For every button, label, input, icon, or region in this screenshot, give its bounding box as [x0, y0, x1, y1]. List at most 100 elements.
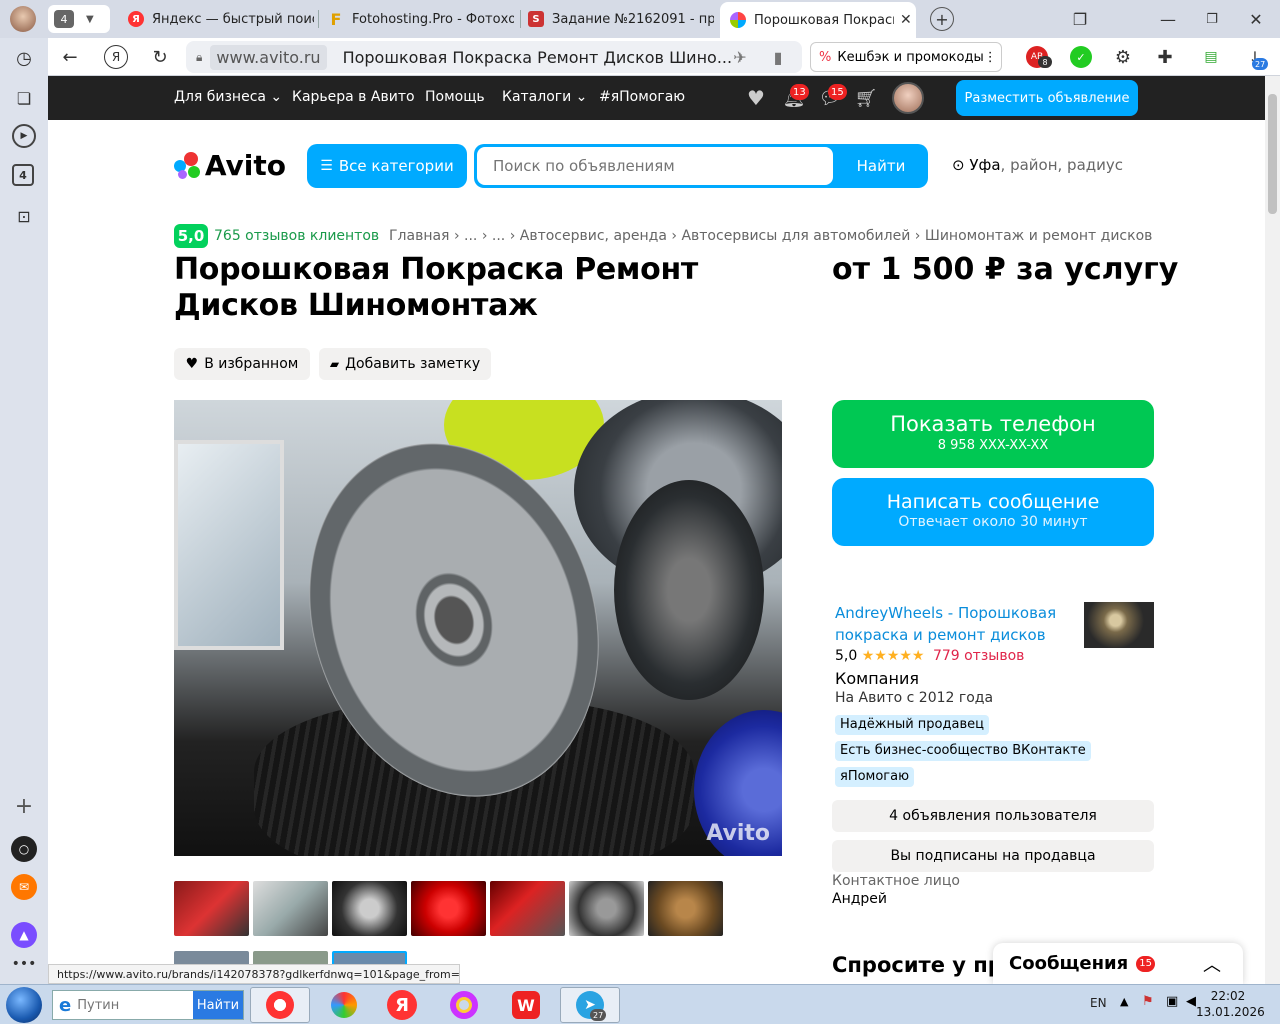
photo-thumbnail[interactable]	[411, 881, 486, 936]
tray-network-icon[interactable]: ▣	[1166, 994, 1178, 1009]
percent-icon: %	[819, 49, 832, 65]
seller-rating-row: 5,0 ★★★★★ 779 отзывов	[835, 648, 1024, 664]
extension-gear-icon[interactable]: ⚙	[1112, 46, 1134, 68]
breadcrumb-tire-service[interactable]: Шиномонтаж и ремонт дисков	[925, 228, 1153, 244]
minimize-icon[interactable]: —	[1156, 8, 1180, 30]
seller-ads-button[interactable]: 4 объявления пользователя	[832, 800, 1154, 832]
new-tab-button[interactable]: +	[930, 7, 954, 31]
client-reviews-link[interactable]: 765 отзывов клиентов	[214, 228, 379, 244]
breadcrumb-ellipsis-2[interactable]: ...	[492, 228, 505, 244]
tab-yandex[interactable]: Я Яндекс — быстрый поиск	[128, 4, 314, 34]
collections-icon[interactable]: ❏	[12, 86, 36, 110]
fotohosting-icon: F	[330, 9, 342, 29]
pin-tabs-icon[interactable]: ❐	[1068, 8, 1092, 30]
kebab-icon[interactable]: ⋮	[984, 50, 997, 65]
messages-widget[interactable]: Сообщения 15 ︿	[993, 943, 1243, 984]
yandex-app[interactable]: Я	[372, 987, 432, 1023]
mail-icon[interactable]: ✉	[11, 874, 37, 900]
restore-icon[interactable]: ❐	[1200, 8, 1224, 30]
seller-rating-badge[interactable]: 5,0	[174, 224, 208, 248]
nav-career[interactable]: Карьера в Авито	[292, 89, 415, 105]
search-input[interactable]	[477, 147, 833, 185]
wps-app[interactable]: W	[496, 987, 556, 1023]
reply-time: Отвечает около 30 минут	[898, 514, 1088, 530]
more-icon[interactable]: •••	[12, 954, 37, 974]
url-field[interactable]: 🔒︎ www.avito.ru Порошковая Покраска Ремо…	[186, 41, 802, 73]
protect-icon[interactable]: ✈	[728, 45, 752, 69]
translate-icon[interactable]: ▤	[1200, 46, 1222, 68]
yandex-browser-app[interactable]	[250, 987, 310, 1023]
screenshot-icon[interactable]: ⊡	[12, 204, 36, 228]
photo-thumbnail[interactable]	[253, 881, 328, 936]
seller-reviews-link[interactable]: 779 отзывов	[933, 648, 1024, 664]
photo-thumbnail[interactable]	[174, 881, 249, 936]
assistant-icon[interactable]: ▲	[11, 922, 37, 948]
all-categories-button[interactable]: ☰ Все категории	[307, 144, 467, 188]
photo-thumbnail[interactable]	[569, 881, 644, 936]
tab-counter-button[interactable]: 4 ▼	[48, 5, 110, 33]
breadcrumb-autoservice[interactable]: Автосервис, аренда	[520, 228, 667, 244]
breadcrumb-ellipsis-1[interactable]: ...	[464, 228, 477, 244]
nav-help-tag[interactable]: #яПомогаю	[599, 89, 685, 105]
app-bird[interactable]	[314, 987, 374, 1023]
avito-logo[interactable]: Avito	[174, 148, 286, 182]
photo-thumbnail[interactable]	[490, 881, 565, 936]
breadcrumb-home[interactable]: Главная	[389, 228, 449, 244]
user-avatar[interactable]	[892, 82, 924, 114]
subscribed-button[interactable]: Вы подписаны на продавца	[832, 840, 1154, 872]
cart-icon[interactable]: 🛒︎	[854, 86, 878, 110]
messages-badge: 15	[828, 84, 847, 100]
video-icon[interactable]: ▶	[12, 124, 36, 148]
history-icon[interactable]: ◷	[12, 46, 36, 70]
tray-arrow-icon[interactable]: ▲	[1120, 995, 1128, 1008]
cashback-button[interactable]: % Кешбэк и промокоды ⋮	[810, 42, 1002, 72]
yandex-home-icon[interactable]: Я	[104, 45, 128, 69]
reload-icon[interactable]: ↻	[148, 45, 172, 69]
chevron-up-icon[interactable]: ︿	[1203, 951, 1221, 977]
extensions-puzzle-icon[interactable]: ✚	[1154, 46, 1176, 68]
close-icon[interactable]: ✕	[900, 12, 912, 28]
photo-thumbnail[interactable]	[648, 881, 723, 936]
tag-vk-community[interactable]: Есть бизнес-сообщество ВКонтакте	[835, 741, 1091, 761]
sidebar-counter[interactable]: 4	[12, 164, 34, 186]
start-button[interactable]	[6, 987, 42, 1023]
location-selector[interactable]: ⊙ Уфа, район, радиус	[952, 156, 1123, 174]
chevron-down-icon: ▼	[86, 13, 94, 25]
nav-help[interactable]: Помощь	[425, 89, 485, 105]
add-icon[interactable]: +	[12, 794, 36, 819]
show-phone-button[interactable]: Показать телефон 8 958 XXX-XX-XX	[832, 400, 1154, 468]
avito-logo-dots	[174, 150, 203, 180]
clock[interactable]: 22:02 13.01.2026	[1196, 988, 1265, 1020]
seller-name-link[interactable]: AndreyWheels - Порошковая покраска и рем…	[835, 602, 1063, 646]
tag-ya-help[interactable]: яПомогаю	[835, 767, 915, 787]
add-note-button[interactable]: ▰ Добавить заметку	[319, 348, 491, 380]
search-find-button[interactable]: Найти	[834, 144, 928, 188]
windows-taskbar: e Найти Я W ➤ 27 EN ▲ ⚑ ▣ ◀ 22:02 13.01.…	[0, 984, 1280, 1024]
taskbar-search-input[interactable]	[77, 997, 182, 1013]
tab-task[interactable]: S Задание №2162091 - про	[528, 4, 714, 34]
tray-flag-icon[interactable]: ⚑	[1142, 994, 1154, 1009]
page-scrollbar-thumb[interactable]	[1268, 94, 1277, 214]
favorites-heart-icon[interactable]: ♥	[744, 86, 768, 110]
tab-avito-active[interactable]: Порошковая Покраска ✕	[720, 2, 916, 38]
extension-green-icon[interactable]: ✓	[1070, 46, 1092, 68]
taskbar-search-button[interactable]: Найти	[193, 991, 243, 1019]
seller-avatar[interactable]	[1084, 602, 1154, 648]
bookmark-icon[interactable]: ▮	[766, 45, 790, 69]
write-message-button[interactable]: Написать сообщение Отвечает около 30 мин…	[832, 478, 1154, 546]
tray-volume-icon[interactable]: ◀	[1186, 994, 1196, 1009]
breadcrumb-car-services[interactable]: Автосервисы для автомобилей	[681, 228, 910, 244]
back-icon[interactable]: ←	[58, 45, 82, 69]
profile-avatar[interactable]	[10, 6, 36, 32]
nav-catalogs[interactable]: Каталоги ⌄	[502, 89, 587, 105]
app-ring[interactable]	[434, 987, 494, 1023]
window-close-icon[interactable]: ✕	[1244, 8, 1268, 30]
post-ad-button[interactable]: Разместить объявление	[956, 80, 1138, 116]
language-indicator[interactable]: EN	[1090, 996, 1107, 1010]
alice-icon[interactable]: ○	[11, 836, 37, 862]
photo-thumbnail[interactable]	[332, 881, 407, 936]
favorite-button[interactable]: ♥ В избранном	[174, 348, 310, 380]
main-photo[interactable]: Avito	[174, 400, 782, 856]
nav-business[interactable]: Для бизнеса ⌄	[174, 89, 282, 105]
tab-fotohosting[interactable]: F Fotohosting.Pro - Фотохост	[328, 4, 514, 34]
